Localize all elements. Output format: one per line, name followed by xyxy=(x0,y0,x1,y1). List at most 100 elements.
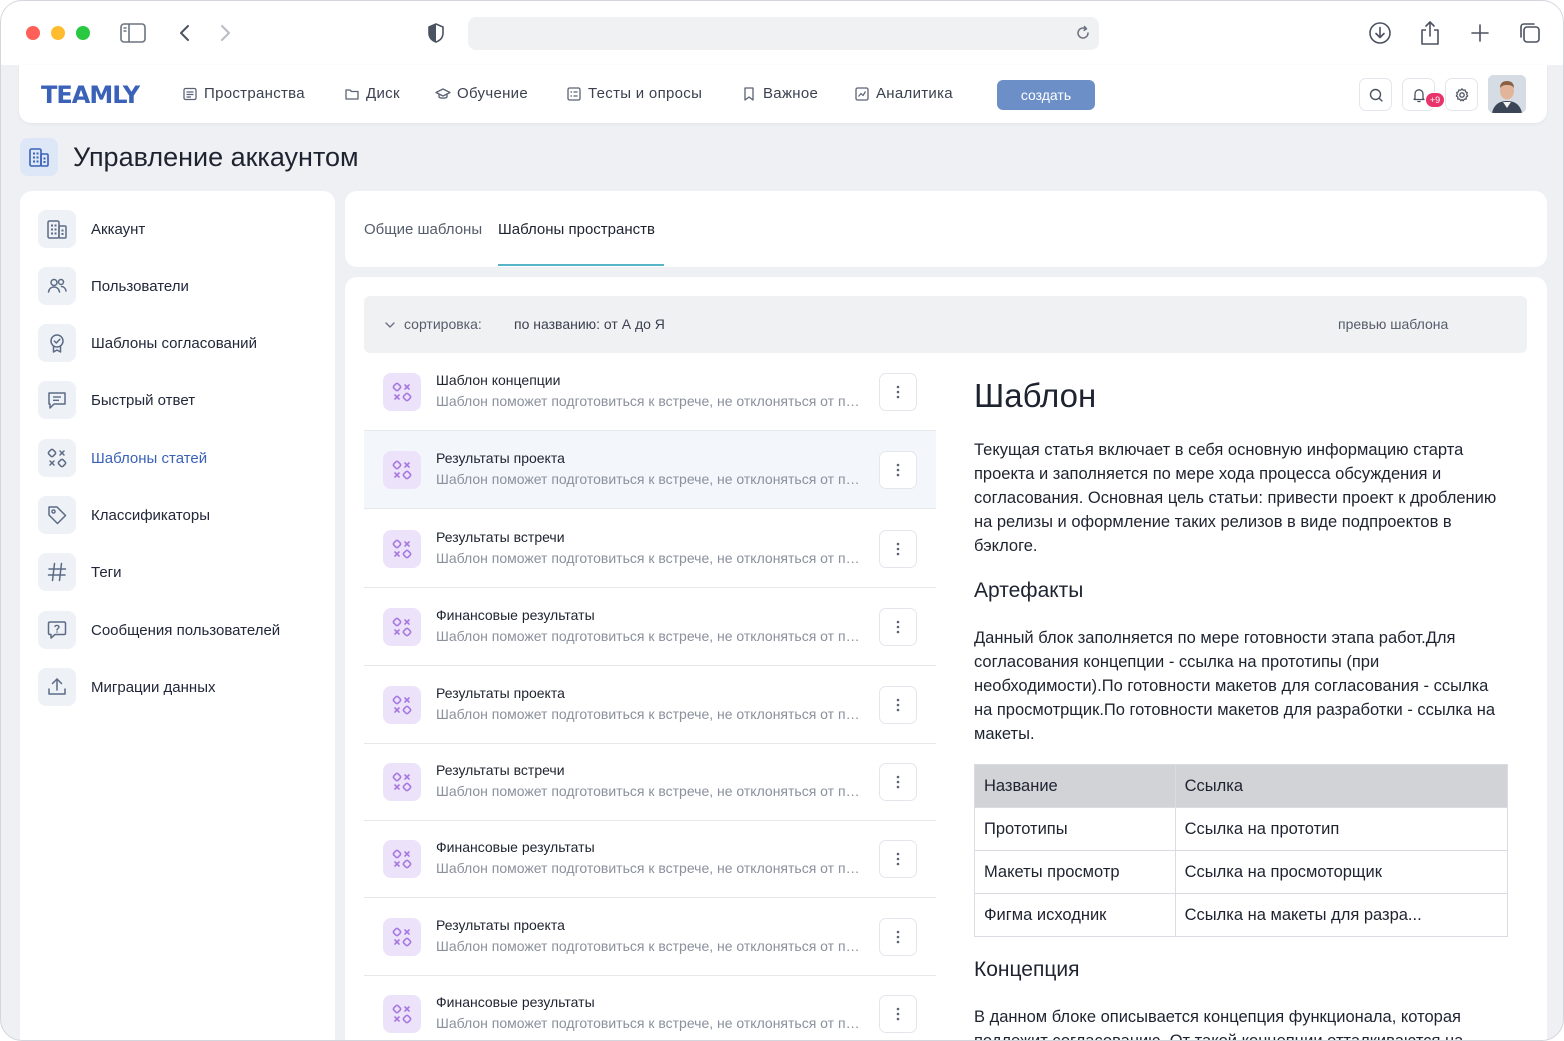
nav-analytics[interactable]: Аналитика xyxy=(854,85,953,102)
template-row[interactable]: Результаты проекта Шаблон поможет подгот… xyxy=(364,431,936,509)
user-avatar[interactable] xyxy=(1488,75,1526,113)
sidebar-item-approval-templates[interactable]: Шаблоны согласований xyxy=(38,323,328,363)
template-row[interactable]: Финансовые результаты Шаблон поможет под… xyxy=(364,975,936,1040)
graduation-icon xyxy=(435,87,451,99)
settings-sidebar: Аккаунт Пользователи Шаблоны согласовани… xyxy=(20,191,335,1040)
table-header-cell: Название xyxy=(974,764,1176,808)
active-tab-indicator xyxy=(498,264,664,266)
minimize-window-button[interactable] xyxy=(51,26,65,40)
sidebar-item-tags[interactable]: Теги xyxy=(38,552,328,592)
template-title: Результаты проекта xyxy=(436,685,565,701)
sidebar-item-user-messages[interactable]: Сообщения пользователей xyxy=(38,610,328,650)
sidebar-item-label: Шаблоны статей xyxy=(91,449,208,467)
spaces-icon xyxy=(183,87,197,100)
more-options-button[interactable] xyxy=(879,530,917,568)
nav-important[interactable]: Важное xyxy=(741,85,818,102)
page-title: Управление аккаунтом xyxy=(73,142,359,172)
tag-icon xyxy=(38,496,76,534)
close-window-button[interactable] xyxy=(26,26,40,40)
more-vertical-icon xyxy=(896,852,900,866)
tab-common-templates[interactable]: Общие шаблоны xyxy=(364,221,482,238)
more-options-button[interactable] xyxy=(879,686,917,724)
more-options-button[interactable] xyxy=(879,373,917,411)
preview-artifacts-heading: Артефакты xyxy=(974,579,1084,602)
sidebar-item-quick-reply[interactable]: Быстрый ответ xyxy=(38,380,328,420)
table-row: Прототипы Ссылка на прототип xyxy=(974,807,1509,851)
more-vertical-icon xyxy=(896,775,900,789)
forward-chevron-icon[interactable] xyxy=(211,19,239,47)
nav-learning-label: Обучение xyxy=(457,85,528,102)
new-tab-plus-icon[interactable] xyxy=(1466,19,1494,47)
more-options-button[interactable] xyxy=(879,763,917,801)
more-options-button[interactable] xyxy=(879,995,917,1033)
table-header-row: Название Ссылка xyxy=(974,764,1509,808)
more-options-button[interactable] xyxy=(879,840,917,878)
app-header: TEAMLY Пространства Диск Обучение Тесты … xyxy=(19,65,1547,123)
sidebar-item-classifiers[interactable]: Классификаторы xyxy=(38,495,328,535)
nav-spaces[interactable]: Пространства xyxy=(182,85,305,102)
building-icon xyxy=(38,210,76,248)
tests-icon xyxy=(567,86,581,101)
sidebar-item-label: Пользователи xyxy=(91,277,189,295)
preview-artifacts-text: Данный блок заполняется по мере готовнос… xyxy=(974,629,1496,743)
template-row[interactable]: Результаты встречи Шаблон поможет подгот… xyxy=(364,510,936,588)
teamly-logo[interactable]: TEAMLY xyxy=(41,81,140,109)
sidebar-toggle-icon[interactable] xyxy=(119,19,147,47)
bookmark-icon xyxy=(744,86,754,101)
more-vertical-icon xyxy=(896,930,900,944)
tab-overview-icon[interactable] xyxy=(1516,19,1544,47)
tab-space-templates[interactable]: Шаблоны пространств xyxy=(498,221,655,238)
back-chevron-icon[interactable] xyxy=(171,19,199,47)
templates-icon xyxy=(383,451,421,489)
template-row[interactable]: Финансовые результаты Шаблон поможет под… xyxy=(364,820,936,898)
templates-icon xyxy=(383,608,421,646)
share-icon[interactable] xyxy=(1416,19,1444,47)
settings-button[interactable] xyxy=(1445,78,1478,111)
sidebar-item-label: Быстрый ответ xyxy=(91,391,196,409)
chevron-down-icon[interactable] xyxy=(384,318,396,336)
table-row: Фигма исходник Ссылка на макеты для разр… xyxy=(974,893,1509,937)
table-cell: Макеты просмотр xyxy=(974,850,1176,894)
preview-label: превью шаблона xyxy=(1338,316,1449,332)
preview-intro: Текущая статья включает в себя основную … xyxy=(974,441,1497,555)
sort-label[interactable]: сортировка: xyxy=(404,316,482,332)
create-button[interactable]: создать xyxy=(997,80,1095,110)
template-row[interactable]: Результаты проекта Шаблон поможет подгот… xyxy=(364,666,936,744)
template-description: Шаблон поможет подготовиться к встрече, … xyxy=(436,706,866,722)
approval-badge-icon xyxy=(38,324,76,362)
shield-icon[interactable] xyxy=(422,19,450,47)
more-options-button[interactable] xyxy=(879,451,917,489)
template-row[interactable]: Результаты проекта Шаблон поможет подгот… xyxy=(364,898,936,976)
sidebar-item-data-migration[interactable]: Миграции данных xyxy=(38,667,328,707)
message-question-icon xyxy=(38,611,76,649)
more-options-button[interactable] xyxy=(879,918,917,956)
template-title: Результаты встречи xyxy=(436,762,565,778)
sidebar-item-label: Аккаунт xyxy=(91,220,146,238)
template-row[interactable]: Шаблон концепции Шаблон поможет подготов… xyxy=(364,353,936,431)
upload-icon xyxy=(38,668,76,706)
templates-icon xyxy=(383,763,421,801)
template-title: Результаты проекта xyxy=(436,450,565,466)
preview-title: Шаблон xyxy=(974,377,1097,414)
download-icon[interactable] xyxy=(1366,19,1394,47)
template-row[interactable]: Результаты встречи Шаблон поможет подгот… xyxy=(364,743,936,821)
more-options-button[interactable] xyxy=(879,608,917,646)
nav-learning[interactable]: Обучение xyxy=(435,85,528,102)
zoom-window-button[interactable] xyxy=(76,26,90,40)
sidebar-item-article-templates[interactable]: Шаблоны статей xyxy=(38,438,328,478)
templates-icon xyxy=(383,995,421,1033)
search-button[interactable] xyxy=(1359,78,1392,111)
sort-value[interactable]: по названию: от А до Я xyxy=(514,316,665,332)
table-row: Макеты просмотр Ссылка на просмоторщик xyxy=(974,850,1509,894)
sidebar-item-users[interactable]: Пользователи xyxy=(38,266,328,306)
nav-disk[interactable]: Диск xyxy=(344,85,400,102)
nav-tests[interactable]: Тесты и опросы xyxy=(566,85,702,102)
reload-icon[interactable] xyxy=(1073,23,1093,43)
template-description: Шаблон поможет подготовиться к встрече, … xyxy=(436,550,866,566)
sidebar-item-account[interactable]: Аккаунт xyxy=(38,209,328,249)
template-title: Финансовые результаты xyxy=(436,994,595,1010)
nav-tests-label: Тесты и опросы xyxy=(588,85,703,102)
sidebar-item-label: Миграции данных xyxy=(91,678,216,696)
address-bar[interactable] xyxy=(468,17,1099,50)
template-row[interactable]: Финансовые результаты Шаблон поможет под… xyxy=(364,588,936,666)
